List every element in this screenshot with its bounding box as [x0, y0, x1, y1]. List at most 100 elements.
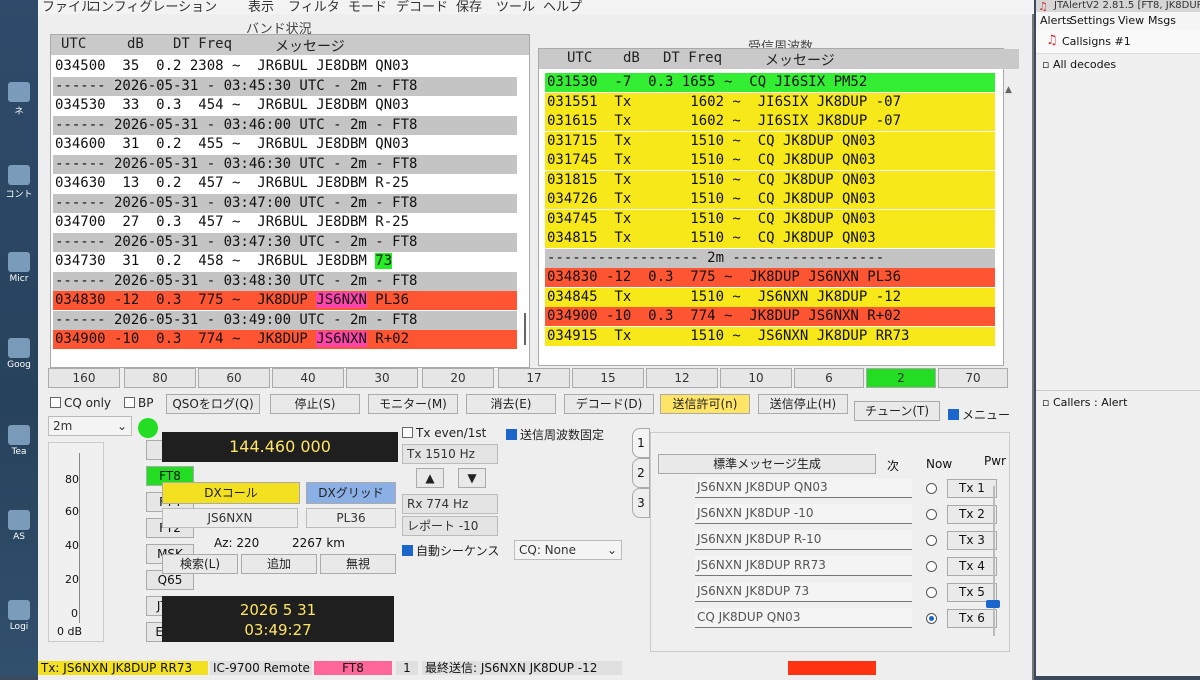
desktop-icon[interactable]: Micr [4, 252, 34, 284]
lookup-button[interactable]: 検索(L) [162, 554, 238, 574]
menus-checkbox[interactable]: メニュー [948, 406, 1010, 423]
decode-button[interactable]: デコード(D) [564, 394, 654, 414]
band-button-17[interactable]: 17 [498, 368, 570, 388]
generate-std-msgs-button[interactable]: 標準メッセージ生成 [658, 454, 876, 474]
rx-frequency-row[interactable]: 034726 Tx 1510 ~ CQ JK8DUP QN03 [545, 190, 995, 209]
tx-even-checkbox[interactable]: Tx even/1st [402, 426, 486, 440]
desktop-icon[interactable]: ネ [4, 82, 34, 117]
tx-message-field[interactable]: JS6NXN JK8DUP R-10 [695, 530, 912, 550]
menu-msgs[interactable]: Msgs [1148, 12, 1176, 30]
band-button-80[interactable]: 80 [124, 368, 196, 388]
enable-tx-button[interactable]: 送信許可(n) [660, 394, 750, 414]
report-spinbox[interactable]: レポート -10 [402, 516, 498, 536]
band-activity-row[interactable]: 034630 13 0.2 457 ~ JR6BUL JE8DBM R-25 [53, 174, 517, 193]
tab-3[interactable]: 3 [632, 488, 650, 518]
menu-decode[interactable]: デコード [396, 0, 448, 15]
tab-2[interactable]: 2 [632, 458, 650, 488]
desktop-icon[interactable]: Logi [4, 600, 34, 632]
menu-view[interactable]: View [1118, 12, 1144, 30]
all-decodes-item[interactable]: ▫ All decodes [1042, 58, 1116, 71]
tx-next-radio[interactable] [926, 587, 937, 598]
band-activity-row[interactable]: ------ 2026-05-31 - 03:48:30 UTC - 2m - … [53, 271, 517, 291]
band-button-40[interactable]: 40 [272, 368, 344, 388]
tx-message-field[interactable]: JS6NXN JK8DUP -10 [695, 504, 912, 524]
band-activity-row[interactable]: ------ 2026-05-31 - 03:47:30 UTC - 2m - … [53, 232, 517, 252]
dx-grid-field[interactable]: PL36 [306, 508, 396, 528]
band-activity-row[interactable]: 034500 35 0.2 2308 ~ JR6BUL JE8DBM QN03 [53, 57, 517, 76]
band-activity-row[interactable]: 034600 31 0.2 455 ~ JR6BUL JE8DBM QN03 [53, 135, 517, 154]
scroll-up-icon[interactable]: ▲ [1005, 85, 1012, 95]
tx-now-button[interactable]: Tx 1 [947, 479, 997, 498]
menu-help[interactable]: ヘルプ [543, 0, 582, 15]
tx-message-field[interactable]: JS6NXN JK8DUP 73 [695, 582, 912, 602]
scrollbar[interactable] [524, 313, 526, 345]
tx-now-button[interactable]: Tx 2 [947, 505, 997, 524]
ignore-button[interactable]: 無視 [320, 554, 396, 574]
band-button-70[interactable]: 70 [938, 368, 1008, 388]
band-activity-row[interactable]: ------ 2026-05-31 - 03:46:30 UTC - 2m - … [53, 154, 517, 174]
rx-frequency-row[interactable]: 031615 Tx 1602 ~ JI6SIX JK8DUP -07 [545, 112, 995, 131]
band-activity-row[interactable]: 034700 27 0.3 457 ~ JR6BUL JE8DBM R-25 [53, 213, 517, 232]
band-button-6[interactable]: 6 [794, 368, 864, 388]
menu-file[interactable]: ファイル [42, 0, 94, 15]
rx-frequency-row[interactable]: 031745 Tx 1510 ~ CQ JK8DUP QN03 [545, 151, 995, 170]
rx-frequency-row[interactable]: 034815 Tx 1510 ~ CQ JK8DUP QN03 [545, 229, 995, 248]
desktop-icon[interactable]: Goog [4, 338, 34, 370]
band-activity-panel[interactable]: UTC dB DT Freq メッセージ 034500 35 0.2 2308 … [50, 34, 530, 368]
band-button-2[interactable]: 2 [866, 368, 936, 388]
band-activity-row[interactable]: 034830 -12 0.3 775 ~ JK8DUP JS6NXN PL36 [53, 291, 517, 310]
dx-call-button[interactable]: DXコール [162, 482, 300, 504]
band-activity-row[interactable]: 034900 -10 0.3 774 ~ JK8DUP JS6NXN R+02 [53, 330, 517, 349]
stop-button[interactable]: 停止(S) [270, 394, 360, 414]
band-button-160[interactable]: 160 [48, 368, 120, 388]
band-activity-row[interactable]: ------ 2026-05-31 - 03:45:30 UTC - 2m - … [53, 76, 517, 96]
desktop-icon[interactable]: コント [4, 165, 34, 200]
tx-message-field[interactable]: CQ JK8DUP QN03 [695, 608, 912, 628]
menu-save[interactable]: 保存 [456, 0, 482, 15]
log-qso-button[interactable]: QSOをログ(Q) [166, 394, 260, 414]
tx-next-radio[interactable] [926, 561, 937, 572]
tx-now-button[interactable]: Tx 3 [947, 531, 997, 550]
menu-filter[interactable]: フィルタ [288, 0, 340, 15]
menu-alerts[interactable]: Alerts [1040, 12, 1072, 30]
desktop-icon[interactable]: Tea [4, 425, 34, 457]
tx-now-button[interactable]: Tx 6 [947, 609, 997, 628]
rx-frequency-row[interactable]: 031530 -7 0.3 1655 ~ CQ JI6SIX PM52 [545, 73, 995, 92]
rx-frequency-panel[interactable]: UTC dB DT Freq メッセージ 031530 -7 0.3 1655 … [538, 48, 1019, 366]
tx-freq-up-button[interactable]: ▲ [416, 468, 444, 488]
menu-mode[interactable]: モード [348, 0, 387, 15]
auto-seq-checkbox[interactable]: 自動シーケンス [402, 542, 499, 559]
menu-config[interactable]: コンフィグレーション [88, 0, 217, 15]
tx-next-radio[interactable] [926, 613, 937, 624]
rx-frequency-row[interactable]: 034745 Tx 1510 ~ CQ JK8DUP QN03 [545, 209, 995, 229]
tx-next-radio[interactable] [926, 483, 937, 494]
rx-frequency-row[interactable]: 031815 Tx 1510 ~ CQ JK8DUP QN03 [545, 170, 995, 190]
band-select[interactable]: 2m ⌄ [48, 416, 132, 436]
band-button-30[interactable]: 30 [346, 368, 418, 388]
menu-tools[interactable]: ツール [496, 0, 535, 15]
rx-frequency-row[interactable]: 031715 Tx 1510 ~ CQ JK8DUP QN03 [545, 131, 995, 151]
desktop-icon[interactable]: AS [4, 510, 34, 542]
tx-frequency-spinbox[interactable]: Tx 1510 Hz [402, 444, 498, 464]
band-button-20[interactable]: 20 [422, 368, 494, 388]
rx-frequency-row[interactable]: 034845 Tx 1510 ~ JS6NXN JK8DUP -12 [545, 287, 995, 307]
erase-button[interactable]: 消去(E) [466, 394, 556, 414]
rx-frequency-row[interactable]: 034915 Tx 1510 ~ JS6NXN JK8DUP RR73 [545, 326, 995, 346]
hold-tx-freq-checkbox[interactable]: 送信周波数固定 [506, 426, 604, 443]
rx-frequency-row[interactable]: 034830 -12 0.3 775 ~ JK8DUP JS6NXN PL36 [545, 268, 995, 287]
cq-select[interactable]: CQ: None ⌄ [514, 540, 622, 560]
tab-1[interactable]: 1 [632, 428, 650, 458]
add-button[interactable]: 追加 [241, 554, 317, 574]
tx-next-radio[interactable] [926, 535, 937, 546]
band-button-12[interactable]: 12 [646, 368, 718, 388]
menu-settings[interactable]: Settings [1070, 12, 1115, 30]
power-slider[interactable] [993, 486, 995, 636]
band-activity-row[interactable]: ------ 2026-05-31 - 03:47:00 UTC - 2m - … [53, 193, 517, 213]
menu-view[interactable]: 表示 [248, 0, 274, 15]
power-slider-handle[interactable] [986, 600, 1000, 608]
rx-frequency-row[interactable]: ------------------ 2m ------------------ [545, 248, 995, 268]
cq-only-checkbox[interactable]: CQ only [50, 396, 111, 410]
band-activity-row[interactable]: 034530 33 0.3 454 ~ JR6BUL JE8DBM QN03 [53, 96, 517, 115]
band-button-60[interactable]: 60 [198, 368, 270, 388]
band-button-10[interactable]: 10 [720, 368, 792, 388]
